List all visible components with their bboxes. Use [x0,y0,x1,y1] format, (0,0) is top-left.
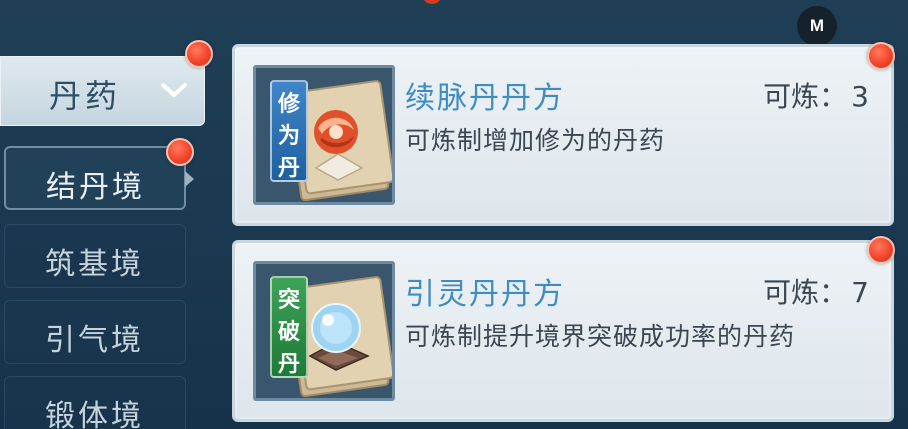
recipe-title: 引灵丹丹方 [405,277,565,312]
recipe-tag: 修 为 丹 [270,80,308,182]
category-dropdown[interactable]: 丹药 [0,56,205,126]
realm-item-yinqi[interactable]: 引气境 [4,300,186,364]
category-notification-dot [185,40,213,68]
recipe-notification-dot [867,42,895,70]
realm-item-label: 锻体境 [45,399,144,429]
m-badge[interactable]: M [797,6,837,46]
scroll-blue-orb-icon: 突 破 丹 [253,261,395,401]
recipe-card-yinling[interactable]: 突 破 丹 引灵丹丹方 可炼制提升境界突破成功率的丹药 可炼： 7 [232,240,894,422]
category-label: 丹药 [49,77,122,115]
realm-item-label: 结丹境 [46,170,145,205]
scroll-red-pill-icon: 修 为 丹 [253,65,395,205]
recipe-description: 可炼制增加修为的丹药 [405,126,666,155]
selected-arrow-icon [185,171,194,187]
recipe-description: 可炼制提升境界突破成功率的丹药 [405,322,796,351]
chevron-down-icon [161,83,187,97]
realm-item-label: 筑基境 [45,247,144,282]
recipe-title: 续脉丹丹方 [405,81,565,116]
realm-item-zhuji[interactable]: 筑基境 [4,224,186,288]
craftable-count: 可炼： 7 [763,276,869,309]
realm-notification-dot [166,138,194,166]
craftable-count: 可炼： 3 [763,80,869,113]
top-notification-fragment [422,0,442,4]
realm-item-label: 引气境 [45,323,144,358]
recipe-tag: 突 破 丹 [270,276,308,378]
realm-item-jiedan[interactable]: 结丹境 [4,146,194,210]
realm-item-duanti[interactable]: 锻体境 [4,376,186,429]
recipe-card-xumai[interactable]: 修 为 丹 续脉丹丹方 可炼制增加修为的丹药 可炼： 3 [232,44,894,226]
recipe-notification-dot [867,236,895,264]
